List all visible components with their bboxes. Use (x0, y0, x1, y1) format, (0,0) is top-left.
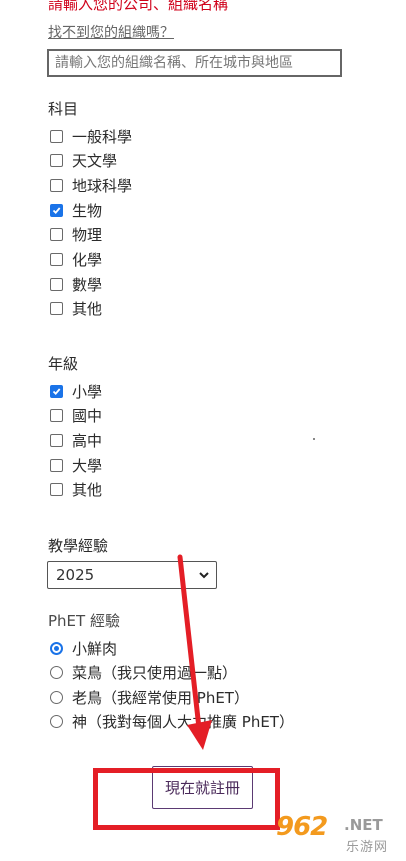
checkbox[interactable] (50, 409, 63, 423)
grades-option[interactable]: 其他 (50, 479, 102, 501)
site-watermark-logo: 962 .NET 乐游网 (268, 810, 406, 861)
subjects-option[interactable]: 地球科學 (50, 174, 132, 196)
subjects-option[interactable]: 天文學 (50, 150, 117, 172)
checkbox[interactable] (50, 203, 63, 217)
grades-option-control[interactable]: 國中 (50, 405, 102, 426)
checkbox[interactable] (50, 483, 63, 497)
subjects-option-control[interactable]: 一般科學 (50, 126, 132, 147)
grades-option-label: 其他 (72, 481, 103, 500)
checkbox[interactable] (50, 154, 63, 168)
phet-option[interactable]: 老鳥（我經常使用 PhET） (50, 686, 249, 708)
subjects-option-label: 化學 (72, 251, 103, 269)
chevron-down-icon (199, 572, 209, 579)
radio-button[interactable] (50, 666, 63, 679)
checkbox[interactable] (50, 384, 63, 398)
checkbox[interactable] (50, 253, 63, 266)
subjects-option[interactable]: 一般科學 (50, 125, 132, 147)
subjects-option-control[interactable]: 地球科學 (50, 175, 132, 196)
grades-option[interactable]: 小學 (50, 380, 102, 402)
experience-select[interactable]: 2025 (47, 561, 217, 589)
subjects-option[interactable]: 其他 (50, 298, 102, 320)
phet-option-label: 小鮮肉 (72, 639, 118, 658)
grades-option[interactable]: 國中 (50, 405, 102, 427)
subjects-option[interactable]: 物理 (50, 224, 102, 246)
subjects-option-label: 地球科學 (72, 176, 133, 195)
grades-option-label: 國中 (72, 407, 103, 426)
phet-option-control[interactable]: 小鮮肉 (50, 638, 117, 659)
grades-option-control[interactable]: 高中 (50, 430, 102, 451)
subjects-option[interactable]: 化學 (50, 249, 102, 271)
subjects-option[interactable]: 數學 (50, 273, 102, 295)
subjects-option-control[interactable]: 物理 (50, 224, 102, 245)
grades-option[interactable]: 高中 (50, 429, 102, 451)
subjects-option-label: 數學 (72, 275, 103, 294)
experience-title: 教學經驗 (48, 537, 109, 555)
phet-option-control[interactable]: 菜鳥（我只使用過一點） (50, 662, 237, 683)
grades-option-label: 高中 (72, 431, 103, 450)
phet-option-label: 菜鳥（我只使用過一點） (72, 664, 238, 682)
subjects-option-label: 天文學 (72, 152, 118, 171)
grades-option-control[interactable]: 大學 (50, 455, 102, 476)
subjects-option-control[interactable]: 數學 (50, 274, 102, 295)
phet-option-control[interactable]: 神（我對每個人大力推廣 PhET） (50, 711, 294, 732)
subjects-title: 科目 (48, 100, 79, 118)
subjects-option-label: 一般科學 (72, 127, 133, 146)
radio-button[interactable] (50, 690, 63, 704)
subjects-option-label: 其他 (72, 300, 103, 319)
phet-option[interactable]: 菜鳥（我只使用過一點） (50, 662, 237, 684)
radio-button[interactable] (50, 715, 63, 728)
grades-option-label: 大學 (72, 456, 103, 475)
checkbox[interactable] (50, 302, 63, 316)
grades-title: 年級 (48, 355, 79, 373)
stray-dot (313, 438, 315, 440)
subjects-option-control[interactable]: 其他 (50, 298, 102, 319)
checkbox[interactable] (50, 129, 63, 143)
subjects-option-label: 生物 (72, 201, 103, 220)
phet-option-label: 老鳥（我經常使用 PhET） (72, 688, 249, 707)
phet-title: PhET 經驗 (48, 612, 120, 630)
grades-option-control[interactable]: 小學 (50, 381, 102, 402)
checkbox[interactable] (50, 433, 63, 447)
subjects-option-control[interactable]: 天文學 (50, 150, 117, 171)
subjects-option-label: 物理 (72, 226, 103, 245)
subjects-option-control[interactable]: 生物 (50, 200, 102, 221)
radio-button[interactable] (50, 641, 63, 655)
org-error-text: 請輸入您的公司、組織名稱 (48, 0, 229, 13)
checkbox[interactable] (50, 458, 63, 472)
checkbox[interactable] (50, 178, 63, 192)
register-now-button[interactable]: 現在就註冊 (152, 766, 253, 809)
experience-select-value: 2025 (56, 566, 95, 584)
grades-option-control[interactable]: 其他 (50, 479, 102, 500)
subjects-option[interactable]: 生物 (50, 199, 102, 221)
phet-option-control[interactable]: 老鳥（我經常使用 PhET） (50, 687, 249, 708)
checkbox[interactable] (50, 228, 63, 242)
watermark-net: .NET (344, 816, 383, 834)
subjects-option-control[interactable]: 化學 (50, 249, 102, 270)
phet-option-label: 神（我對每個人大力推廣 PhET） (72, 713, 294, 731)
watermark-main: 962 (276, 812, 328, 842)
org-help-link[interactable]: 找不到您的組織嗎？ (48, 22, 174, 42)
phet-option[interactable]: 小鮮肉 (50, 637, 117, 659)
checkbox[interactable] (50, 277, 63, 291)
phet-option[interactable]: 神（我對每個人大力推廣 PhET） (50, 711, 294, 733)
watermark-sub: 乐游网 (346, 840, 389, 855)
grades-option[interactable]: 大學 (50, 454, 102, 476)
grades-option-label: 小學 (72, 382, 103, 401)
org-search-input[interactable] (47, 49, 342, 77)
